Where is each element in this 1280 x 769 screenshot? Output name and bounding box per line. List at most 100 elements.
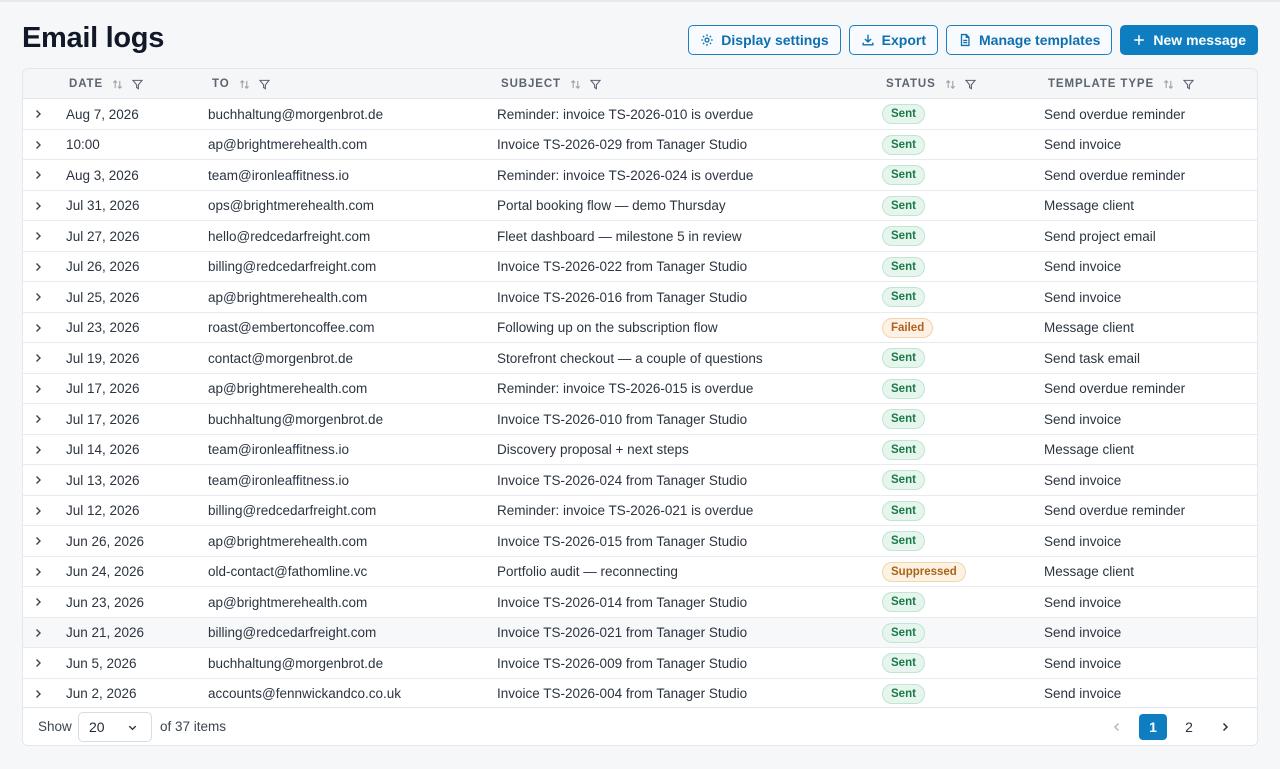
table-footer: Show 20 of 37 items 1 2 [23,707,1257,745]
filter-icon[interactable] [964,79,976,90]
export-button[interactable]: Export [848,25,939,55]
table-row[interactable]: Jul 26, 2026 billing@redcedarfreight.com I… [23,252,1257,282]
expand-row-icon[interactable] [32,108,44,120]
table-row[interactable]: Jul 12, 2026 billing@redcedarfreight.com R… [23,496,1257,526]
table-row[interactable]: Jul 14, 2026 team@ironleaffitness.io Disco… [23,435,1257,465]
table-row[interactable]: Jul 17, 2026 buchhaltung@morgenbrot.de Inv… [23,404,1257,435]
cell-status: Sent [882,496,925,526]
page-1-button[interactable]: 1 [1139,714,1167,740]
cell-date: Jul 14, 2026 [66,442,140,457]
expand-row-icon[interactable] [32,261,44,273]
cell-subject: Fleet dashboard — milestone 5 in review [497,228,742,244]
expand-row-icon[interactable] [32,566,44,578]
chevron-left-icon [1113,722,1120,732]
items-count: of 37 items [160,719,227,734]
previous-page-button[interactable] [1103,714,1131,740]
cell-template-type: Send invoice [1044,625,1122,640]
table-row[interactable]: Jun 2, 2026 accounts@fennwickandco.co.uk I… [23,679,1257,709]
column-header-to[interactable]: TO [212,69,270,99]
sort-icon[interactable] [945,79,956,90]
expand-row-icon[interactable] [32,230,44,242]
expand-row-icon[interactable] [32,322,44,334]
expand-row-icon[interactable] [32,596,44,608]
table-row[interactable]: Jul 19, 2026 contact@morgenbrot.de Storefr… [23,343,1257,374]
table-row[interactable]: Jul 31, 2026 ops@brightmerehealth.com Port… [23,191,1257,221]
new-message-label: New message [1153,32,1246,48]
cell-to: team@ironleaffitness.io [208,472,350,488]
sort-icon[interactable] [1163,79,1174,90]
expand-row-icon[interactable] [32,352,44,364]
table-row[interactable]: Jun 24, 2026 old-contact@fathomline.vc Por… [23,557,1257,587]
sort-icon[interactable] [112,79,123,90]
expand-row-icon[interactable] [32,169,44,181]
expand-row-icon[interactable] [32,535,44,547]
table-row[interactable]: Aug 7, 2026 buchhaltung@morgenbrot.de Remi… [23,99,1257,130]
pagination: 1 2 [1103,713,1239,741]
column-header-subject[interactable]: SUBJECT [501,69,601,99]
table-row[interactable]: Jun 26, 2026 ap@brightmerehealth.com Invoi… [23,526,1257,557]
expand-row-icon[interactable] [32,657,44,669]
display-settings-button[interactable]: Display settings [688,25,841,55]
cell-status: Sent [882,282,925,312]
cell-to: ap@brightmerehealth.com [208,381,368,396]
table-row[interactable]: Jul 13, 2026 team@ironleaffitness.io Invoi… [23,465,1257,496]
next-page-button[interactable] [1211,714,1239,740]
cell-date: Jul 31, 2026 [66,198,140,213]
cell-template-type: Message client [1044,442,1135,457]
status-badge: Sent [882,592,925,612]
cell-subject: Invoice TS-2026-021 from Tanager Studio [497,625,748,640]
page-size-select[interactable]: 20 [78,712,152,742]
cell-subject: Invoice TS-2026-014 from Tanager Studio [497,594,748,610]
cell-status: Suppressed [882,557,966,587]
toolbar: Display settings Export Manage templates… [688,25,1258,55]
table-row[interactable]: Jul 27, 2026 hello@redcedarfreight.com Fle… [23,221,1257,252]
expand-row-icon[interactable] [32,291,44,303]
filter-icon[interactable] [1183,79,1195,90]
expand-row-icon[interactable] [32,627,44,639]
status-badge: Sent [882,287,925,307]
sort-icon[interactable] [239,79,250,90]
expand-row-icon[interactable] [32,688,44,700]
filter-icon[interactable] [258,79,270,90]
expand-row-icon[interactable] [32,505,44,517]
status-badge: Suppressed [882,561,966,582]
email-logs-table: DATE TO SUBJECT STATUS TEMPLATE TYPE Aug… [22,68,1258,746]
new-message-button[interactable]: New message [1120,25,1258,55]
table-row[interactable]: Jul 23, 2026 roast@embertoncoffee.com Foll… [23,313,1257,343]
expand-row-icon[interactable] [32,444,44,456]
chevron-down-icon [128,725,137,730]
table-row[interactable]: Aug 3, 2026 team@ironleaffitness.io Remind… [23,160,1257,191]
filter-icon[interactable] [132,79,144,90]
sort-icon[interactable] [570,79,581,90]
table-row[interactable]: 10:00 ap@brightmerehealth.com Invoice TS-2… [23,130,1257,160]
cell-status: Sent [882,221,925,251]
expand-row-icon[interactable] [32,139,44,151]
cell-status: Sent [882,252,925,282]
column-header-status[interactable]: STATUS [886,69,976,99]
table-row[interactable]: Jun 5, 2026 buchhaltung@morgenbrot.de Invo… [23,648,1257,679]
status-badge: Sent [882,439,925,460]
expand-row-icon[interactable] [32,474,44,486]
cell-status: Sent [882,160,925,190]
expand-row-icon[interactable] [32,413,44,425]
page-2-button[interactable]: 2 [1175,714,1203,740]
export-label: Export [881,32,927,48]
cell-status: Sent [882,679,925,709]
expand-row-icon[interactable] [32,383,44,395]
column-header-date[interactable]: DATE [69,69,144,99]
cell-status: Sent [882,618,925,648]
cell-to: roast@embertoncoffee.com [208,320,375,335]
expand-row-icon[interactable] [32,200,44,212]
manage-templates-button[interactable]: Manage templates [946,25,1113,55]
cell-date: Jul 26, 2026 [66,259,140,274]
top-divider [0,0,1280,2]
table-row[interactable]: Jul 25, 2026 ap@brightmerehealth.com Invoi… [23,282,1257,313]
cell-status: Sent [882,465,925,495]
cell-template-type: Send task email [1044,350,1141,366]
column-header-template-type[interactable]: TEMPLATE TYPE [1048,69,1195,99]
cell-date: Jul 25, 2026 [66,289,140,305]
table-row[interactable]: Jun 21, 2026 billing@redcedarfreight.com I… [23,617,1257,648]
filter-icon[interactable] [589,79,601,90]
table-row[interactable]: Jul 17, 2026 ap@brightmerehealth.com Remin… [23,374,1257,404]
table-row[interactable]: Jun 23, 2026 ap@brightmerehealth.com Invoi… [23,587,1257,618]
